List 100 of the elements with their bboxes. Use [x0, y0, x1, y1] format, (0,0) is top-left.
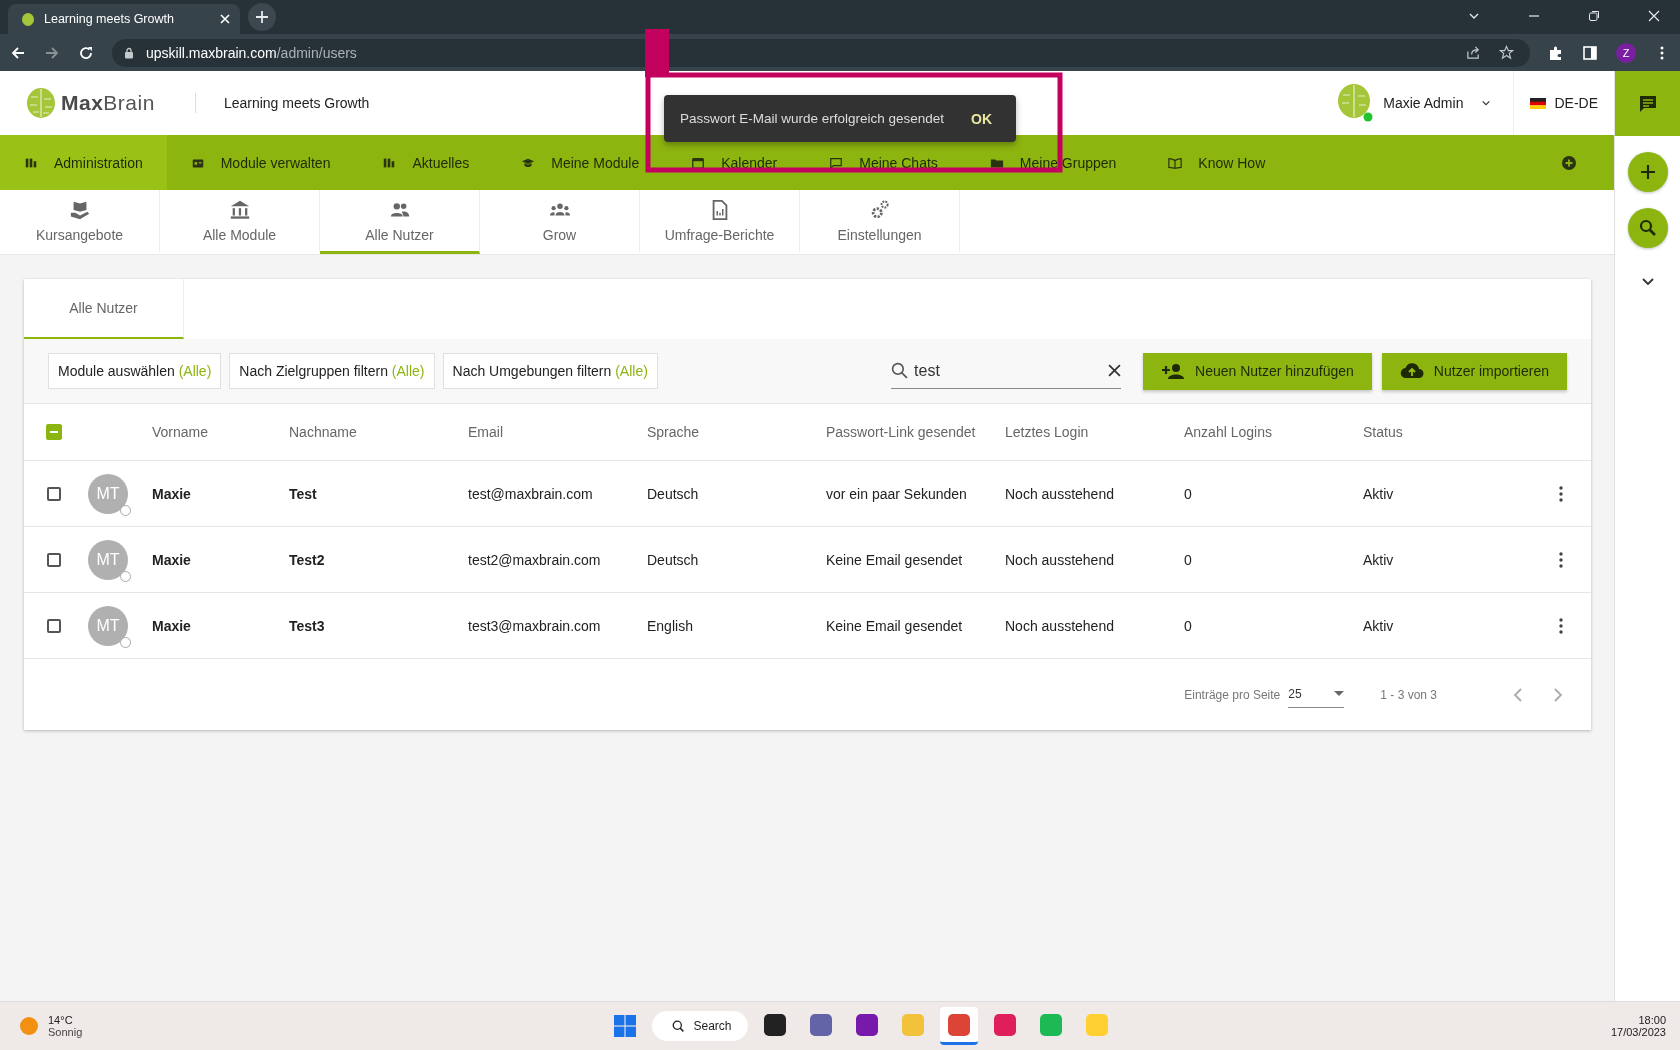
table-cell: Keine Email gesendet	[826, 551, 963, 568]
chat-icon	[1637, 93, 1658, 114]
section-tab[interactable]: Alle Nutzer	[320, 190, 480, 254]
table-cell: 0	[1184, 551, 1192, 568]
add-icon[interactable]	[1562, 155, 1576, 170]
weather-condition: Sonnig	[48, 1026, 83, 1038]
profile-avatar[interactable]: Z	[1616, 42, 1636, 63]
nav-item[interactable]: Meine Module	[497, 135, 668, 190]
user-avatar: MT	[88, 473, 128, 514]
new-tab-icon[interactable]	[248, 3, 276, 31]
table-cell: Test	[289, 485, 317, 502]
table-cell: Maxie	[152, 551, 191, 568]
tagline: Learning meets Growth	[223, 95, 370, 111]
import-button[interactable]: Nutzer importieren	[1381, 352, 1567, 390]
nav-item[interactable]: Administration	[0, 135, 167, 190]
brain-logo-icon	[26, 87, 56, 119]
cloud-upload-icon	[1399, 362, 1424, 380]
browser-tab[interactable]: Learning meets Growth	[8, 4, 240, 34]
user-menu[interactable]: Maxie Admin	[1337, 83, 1514, 123]
windows-start-icon[interactable]	[614, 1015, 637, 1037]
caret-icon	[1334, 691, 1345, 697]
table-cell: test3@maxbrain.com	[468, 617, 601, 634]
table-cell: Aktiv	[1363, 551, 1394, 568]
more-icon[interactable]	[1559, 551, 1563, 568]
column-header[interactable]: Email	[468, 424, 503, 440]
taskbar-search[interactable]: Search	[652, 1011, 749, 1041]
section-tab[interactable]: Alle Module	[160, 190, 320, 254]
puzzle-icon[interactable]	[1548, 44, 1564, 61]
row-checkbox[interactable]	[47, 486, 61, 501]
reload-icon[interactable]	[78, 44, 94, 61]
table-cell: Maxie	[152, 617, 191, 634]
clear-icon[interactable]	[1108, 364, 1122, 377]
bank-icon	[228, 198, 251, 221]
filter-button[interactable]: Nach Umgebungen filtern (Alle)	[442, 353, 658, 389]
column-header[interactable]: Vorname	[152, 424, 209, 440]
chat-bubble-icon	[829, 155, 844, 170]
flag-icon	[1530, 97, 1547, 109]
table-cell: vor ein paar Sekunden	[826, 485, 967, 502]
page-size-label: Einträge pro Seite	[1184, 687, 1281, 702]
column-header[interactable]: Nachname	[289, 424, 357, 440]
column-header[interactable]: Letztes Login	[1005, 424, 1089, 440]
calendar-icon	[691, 155, 706, 170]
ok-button[interactable]: OK	[971, 110, 992, 127]
add-user-icon	[1161, 362, 1186, 380]
search-field[interactable]: test	[914, 356, 1103, 385]
user-avatar	[1337, 83, 1374, 123]
row-checkbox[interactable]	[47, 618, 61, 633]
page-range: 1 - 3 von 3	[1380, 687, 1437, 702]
search-icon	[891, 362, 909, 379]
nav-item[interactable]: Aktuelles	[358, 135, 498, 190]
search-icon	[672, 1019, 686, 1033]
page-size-select[interactable]: 25	[1288, 681, 1345, 708]
table-cell: English	[647, 617, 693, 634]
nav-item[interactable]: Module verwalten	[166, 135, 359, 190]
share-icon[interactable]	[1466, 45, 1481, 60]
table-cell: Deutsch	[647, 551, 699, 568]
nav-item[interactable]: Know How	[1144, 135, 1294, 190]
more-icon[interactable]	[1559, 617, 1563, 634]
book-icon	[1168, 155, 1183, 170]
user-avatar: MT	[88, 605, 128, 646]
section-tab[interactable]: Grow	[480, 190, 640, 254]
forward-icon[interactable]	[44, 44, 60, 61]
side-panel-icon[interactable]	[1582, 44, 1598, 61]
search-button[interactable]	[1627, 208, 1668, 248]
more-icon[interactable]	[1559, 485, 1563, 502]
column-header[interactable]: Passwort-Link gesendet	[826, 424, 976, 440]
section-tab[interactable]: Kursangebote	[0, 190, 160, 254]
filter-button[interactable]: Nach Zielgruppen filtern (Alle)	[229, 353, 435, 389]
table-cell: test@maxbrain.com	[468, 485, 593, 502]
section-tab[interactable]: Umfrage-Berichte	[640, 190, 800, 254]
table-cell: Test2	[289, 551, 325, 568]
restore-icon[interactable]	[1588, 10, 1600, 22]
clock-time: 18:00	[1638, 1014, 1666, 1026]
add-button[interactable]	[1627, 152, 1668, 192]
section-tab[interactable]: Einstellungen	[800, 190, 960, 254]
nav-item[interactable]: Kalender	[667, 135, 806, 190]
table-cell: 0	[1184, 485, 1192, 502]
add-user-button[interactable]: Neuen Nutzer hinzufügen	[1143, 352, 1372, 390]
table-cell: Keine Email gesendet	[826, 617, 963, 634]
row-checkbox[interactable]	[47, 552, 61, 567]
close-icon[interactable]	[1648, 10, 1660, 22]
column-header[interactable]: Anzahl Logins	[1184, 424, 1272, 440]
column-header[interactable]: Sprache	[647, 424, 700, 440]
lock-icon	[124, 46, 134, 59]
back-icon[interactable]	[10, 44, 26, 61]
brand-name[interactable]: MaxBrain	[61, 91, 155, 115]
filter-button[interactable]: Module auswählen (Alle)	[48, 353, 222, 389]
table-cell: 0	[1184, 617, 1192, 634]
star-icon[interactable]	[1499, 45, 1514, 60]
table-cell: Maxie	[152, 485, 191, 502]
chat-button[interactable]	[1615, 71, 1680, 136]
column-header[interactable]: Status	[1363, 424, 1403, 440]
select-all-checkbox[interactable]	[46, 424, 62, 440]
user-avatar: MT	[88, 539, 128, 580]
chevron-down-icon[interactable]	[1641, 278, 1654, 286]
table-cell: Aktiv	[1363, 485, 1394, 502]
table-cell: Deutsch	[647, 485, 699, 502]
table-cell: Noch ausstehend	[1005, 617, 1114, 634]
nav-item[interactable]: Meine Chats	[805, 135, 966, 190]
address-bar[interactable]: upskill.maxbrain.com/admin/users	[112, 38, 1530, 67]
